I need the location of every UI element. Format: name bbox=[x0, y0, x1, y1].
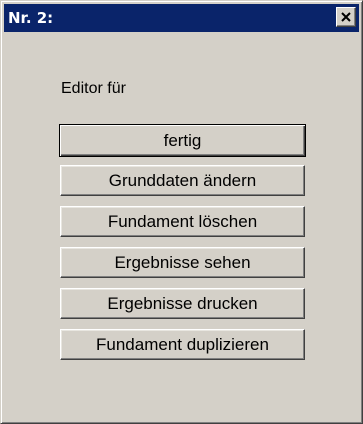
close-button[interactable] bbox=[336, 7, 356, 27]
edit-basic-data-button[interactable]: Grunddaten ändern bbox=[60, 165, 305, 196]
print-results-button[interactable]: Ergebnisse drucken bbox=[60, 288, 305, 319]
duplicate-foundation-button[interactable]: Fundament duplizieren bbox=[60, 329, 305, 360]
editor-label: Editor für bbox=[61, 80, 126, 97]
view-results-button[interactable]: Ergebnisse sehen bbox=[60, 247, 305, 278]
done-button[interactable]: fertig bbox=[59, 124, 306, 157]
delete-foundation-button[interactable]: Fundament löschen bbox=[60, 206, 305, 237]
title-bar[interactable]: Nr. 2: bbox=[4, 4, 359, 32]
close-icon bbox=[341, 12, 351, 22]
window-title: Nr. 2: bbox=[8, 9, 54, 27]
dialog-window: Nr. 2: Editor für fertig Grunddaten ände… bbox=[0, 0, 363, 424]
